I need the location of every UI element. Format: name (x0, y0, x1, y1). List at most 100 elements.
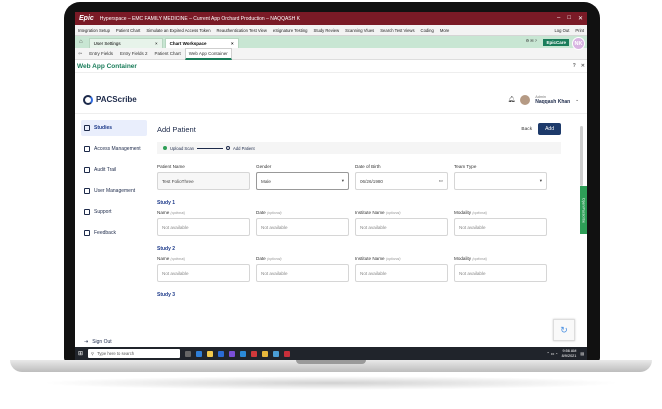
study-name-input[interactable]: Not available (157, 264, 250, 282)
menu-item[interactable]: Scanning Vlues (345, 28, 374, 33)
dob-value: 06/26/1980 (360, 178, 383, 184)
laptop-shadow (40, 376, 622, 390)
epic-taskbar-icon[interactable] (284, 350, 291, 357)
user-menu[interactable]: 🔔︎ Admin Naqqash Khan ⌄ (508, 94, 579, 105)
epic-menubar: Integration Setup Patient Chart Simulate… (75, 25, 587, 36)
optional-hint: (optional) (267, 257, 282, 261)
team-type-select[interactable]: ▾ (454, 172, 547, 190)
subtab-entry-fields-2[interactable]: Entry Fields 2 (117, 49, 151, 58)
label-text: Modality (454, 256, 472, 261)
team-type-label: Team Type (454, 164, 477, 169)
print-menu[interactable]: Print (575, 28, 584, 33)
pacscribe-app: PACScribe 🔔︎ Admin Naqqash Khan ⌄ Studie… (75, 86, 587, 347)
check-circle-icon (163, 146, 167, 150)
optional-hint: (optional) (472, 211, 487, 215)
sidebar-item-studies[interactable]: Studies (81, 120, 147, 136)
patient-name-input[interactable]: Test FolioThree (157, 172, 250, 190)
study-institute-label: Institute Name (optional) (355, 210, 448, 215)
open-pacscribe-side-tab[interactable]: Open Pacscribe (580, 186, 587, 234)
chevron-down-icon[interactable]: ⌄ (575, 97, 579, 103)
gender-value: Male (261, 178, 271, 184)
label-text: Name (157, 256, 170, 261)
sidebar-item-audit-trail[interactable]: Audit Trail (81, 162, 147, 178)
menu-item[interactable]: More (440, 28, 450, 33)
back-arrow-icon[interactable]: ⇦ (78, 51, 82, 57)
bell-icon[interactable]: 🔔︎ (508, 96, 516, 103)
activity-tabs: ⇦ Entry Fields Entry Fields 2 Patient Ch… (75, 47, 587, 60)
study-institute-input[interactable]: Not available (355, 264, 448, 282)
close-container-icon[interactable]: ✕ (581, 63, 585, 69)
file-explorer-icon[interactable] (207, 350, 214, 357)
subtab-web-app-container[interactable]: Web App Container (184, 47, 232, 60)
recaptcha-icon[interactable]: ↻ (553, 319, 575, 341)
study-name-label: Name (optional) (157, 256, 250, 261)
app-icon[interactable] (273, 350, 280, 357)
user-name: Naqqash Khan (535, 98, 571, 105)
window-titlebar: Epic Hyperspace – EMC FAMILY MEDICINE – … (75, 12, 587, 25)
menu-item[interactable]: Patient Chart (116, 28, 140, 33)
sidebar: Studies Access Management Audit Trail Us… (81, 120, 147, 347)
store-icon[interactable] (218, 350, 225, 357)
chrome-icon[interactable] (262, 350, 269, 357)
study-date-input[interactable]: Not available (256, 218, 349, 236)
sidebar-item-support[interactable]: Support (81, 204, 147, 220)
study-name-label: Name (optional) (157, 210, 250, 215)
menu-item[interactable]: Coding (421, 28, 434, 33)
logout-menu[interactable]: Log Out (554, 28, 569, 33)
back-button[interactable]: Back (521, 127, 532, 132)
caret-down-icon: ▾ (341, 178, 344, 183)
study-name-input[interactable]: Not available (157, 218, 250, 236)
audit-icon (84, 167, 90, 173)
gender-select[interactable]: Male ▾ (256, 172, 349, 190)
close-icon[interactable]: ✕ (578, 15, 583, 22)
subtab-entry-fields[interactable]: Entry Fields (86, 49, 116, 58)
signout-button[interactable]: ⇥ Sign Out (84, 339, 112, 345)
study-1-heading: Study 1 (157, 200, 176, 206)
menu-item[interactable]: Search Test Views (380, 28, 414, 33)
clock[interactable]: 9:56 AM 8/9/2021 (562, 349, 577, 358)
dob-input[interactable]: 06/26/1980 ▭ (355, 172, 448, 190)
help-icon[interactable]: ? (573, 63, 576, 69)
pacscribe-logo[interactable]: PACScribe (83, 94, 137, 105)
task-view-icon[interactable] (185, 350, 192, 357)
patient-name-label: Patient Name (157, 164, 185, 169)
calendar-icon[interactable]: ▭ (439, 178, 443, 184)
taskbar-search[interactable]: ⚲ Type here to search (88, 349, 181, 358)
sidebar-item-feedback[interactable]: Feedback (81, 225, 147, 241)
user-avatar[interactable]: NK (572, 37, 585, 50)
minimize-icon[interactable]: – (557, 15, 560, 22)
tray-icons[interactable]: ⌃ ▭ ◔ (546, 351, 557, 356)
close-tab-icon[interactable]: × (155, 41, 158, 46)
sidebar-item-access-management[interactable]: Access Management (81, 141, 147, 157)
app-icon[interactable] (251, 350, 258, 357)
close-tab-icon[interactable]: × (231, 41, 234, 46)
study-modality-input[interactable]: Not available (454, 264, 547, 282)
notifications-icon[interactable]: ▤ (580, 351, 584, 356)
add-button[interactable]: Add (538, 123, 561, 135)
optional-hint: (optional) (385, 211, 401, 215)
windows-start-icon[interactable]: ⊞ (78, 350, 83, 357)
study-institute-input[interactable]: Not available (355, 218, 448, 236)
maximize-icon[interactable]: □ (567, 15, 571, 22)
study-date-input[interactable]: Not available (256, 264, 349, 282)
study-modality-input[interactable]: Not available (454, 218, 547, 236)
menu-item[interactable]: Simulate an Expired Access Token (146, 28, 210, 33)
edge-icon[interactable] (196, 350, 203, 357)
subtab-patient-chart[interactable]: Patient Chart (151, 49, 183, 58)
menu-item[interactable]: Study Review (314, 28, 340, 33)
study-labels-row: Name (optional) Not available Date (opti… (157, 256, 561, 282)
menu-item[interactable]: Integration Setup (78, 28, 110, 33)
windows-taskbar: ⊞ ⚲ Type here to search ⌃ ▭ ◔ 9:56 AM 8/… (75, 347, 587, 360)
tab-label: User Settings (93, 41, 121, 46)
menu-item[interactable]: eSignature Testing (273, 28, 308, 33)
visual-studio-icon[interactable] (229, 350, 236, 357)
sidebar-item-user-management[interactable]: User Management (81, 183, 147, 199)
vscode-icon[interactable] (240, 350, 247, 357)
scrollbar-thumb[interactable] (580, 126, 583, 186)
optional-hint: (optional) (472, 257, 487, 261)
access-icon (84, 146, 90, 152)
home-icon[interactable]: ⌂ (79, 39, 83, 45)
tab-chart-workspace[interactable]: Chart Workspace × (164, 38, 239, 48)
menu-item[interactable]: Reauthentication Test View (217, 28, 267, 33)
tab-user-settings[interactable]: User Settings × (88, 38, 163, 48)
